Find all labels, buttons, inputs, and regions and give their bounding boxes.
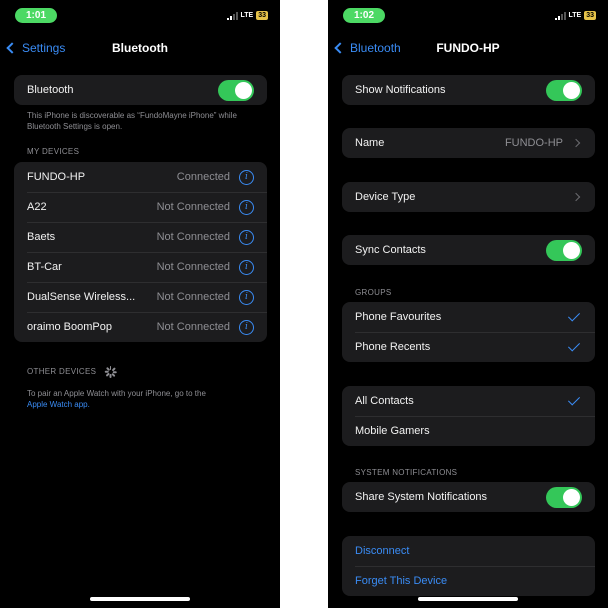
pair-watch-note: To pair an Apple Watch with your iPhone,… xyxy=(27,388,262,410)
device-status: Connected xyxy=(176,171,230,183)
groups-header: GROUPS xyxy=(355,288,392,297)
sync-contacts-toggle[interactable] xyxy=(546,239,582,261)
name-label: Name xyxy=(355,137,385,149)
contacts-label: All Contacts xyxy=(355,395,414,407)
chevron-right-icon xyxy=(571,138,581,148)
device-status: Not Connected xyxy=(156,261,230,273)
discoverable-note: This iPhone is discoverable as “FundoMay… xyxy=(27,111,237,131)
device-name: DualSense Wireless... xyxy=(27,291,136,303)
bluetooth-label: Bluetooth xyxy=(27,84,74,96)
device-type-label: Device Type xyxy=(355,191,416,203)
loading-spinner-icon xyxy=(104,366,117,378)
device-row[interactable]: A22 Not Connected i xyxy=(14,192,267,222)
share-system-notifications-row: Share System Notifications xyxy=(342,482,595,512)
sync-contacts-group: Sync Contacts xyxy=(342,235,595,265)
device-status: Not Connected xyxy=(156,291,230,303)
bluetooth-toggle-group: Bluetooth xyxy=(14,75,267,105)
device-status: Not Connected xyxy=(156,201,230,213)
bluetooth-settings-screen: 1:01 LTE 33 Settings Bluetooth Bluetooth… xyxy=(0,0,280,608)
device-status: Not Connected xyxy=(156,321,230,333)
info-icon[interactable]: i xyxy=(239,259,254,275)
status-indicators: LTE 33 xyxy=(554,11,596,20)
disconnect-button[interactable]: Disconnect xyxy=(342,536,595,566)
system-notifications-header: SYSTEM NOTIFICATIONS xyxy=(355,468,458,477)
info-icon[interactable]: i xyxy=(239,319,254,335)
share-system-notifications-label: Share System Notifications xyxy=(355,491,488,503)
other-devices-header: OTHER DEVICES xyxy=(27,366,117,378)
page-title: Bluetooth xyxy=(112,41,168,55)
battery-icon: 33 xyxy=(256,11,268,20)
battery-icon: 33 xyxy=(584,11,596,20)
group-label: Phone Favourites xyxy=(355,311,442,323)
status-indicators: LTE 33 xyxy=(226,11,268,20)
group-row[interactable]: Phone Recents xyxy=(342,332,595,362)
bluetooth-toggle[interactable] xyxy=(218,79,254,101)
bluetooth-row: Bluetooth xyxy=(14,75,267,105)
device-name: A22 xyxy=(27,201,47,213)
contacts-label: Mobile Gamers xyxy=(355,425,430,437)
share-system-notifications-toggle[interactable] xyxy=(546,486,582,508)
device-detail-screen: 1:02 LTE 33 Bluetooth FUNDO-HP Show Noti… xyxy=(328,0,608,608)
device-row[interactable]: DualSense Wireless... Not Connected i xyxy=(14,282,267,312)
sync-contacts-label: Sync Contacts xyxy=(355,244,426,256)
notifications-group: Show Notifications xyxy=(342,75,595,105)
device-name: BT-Car xyxy=(27,261,62,273)
status-time: 1:02 xyxy=(343,8,385,23)
info-icon[interactable]: i xyxy=(239,169,254,185)
device-name: FUNDO-HP xyxy=(27,171,86,183)
info-icon[interactable]: i xyxy=(239,199,254,215)
device-row[interactable]: BT-Car Not Connected i xyxy=(14,252,267,282)
pair-text: To pair an Apple Watch with your iPhone,… xyxy=(27,389,206,398)
device-row[interactable]: Baets Not Connected i xyxy=(14,222,267,252)
device-row[interactable]: oraimo BoomPop Not Connected i xyxy=(14,312,267,342)
device-name: Baets xyxy=(27,231,56,243)
show-notifications-toggle[interactable] xyxy=(546,79,582,101)
name-group: Name FUNDO-HP xyxy=(342,128,595,158)
forget-device-button[interactable]: Forget This Device xyxy=(342,566,595,596)
checkmark-icon xyxy=(567,309,581,322)
checkmark-icon xyxy=(567,393,581,406)
device-type-row[interactable]: Device Type xyxy=(342,182,595,212)
network-label: LTE xyxy=(568,12,582,19)
device-row[interactable]: FUNDO-HP Connected i xyxy=(14,162,267,192)
contacts-row[interactable]: All Contacts xyxy=(342,386,595,416)
status-time: 1:01 xyxy=(15,8,57,23)
checkmark-icon xyxy=(567,339,581,352)
show-notifications-row: Show Notifications xyxy=(342,75,595,105)
chevron-right-icon xyxy=(571,192,581,202)
other-devices-label: OTHER DEVICES xyxy=(27,367,97,377)
system-notifications-group: Share System Notifications xyxy=(342,482,595,512)
home-indicator[interactable] xyxy=(90,597,190,601)
device-type-group: Device Type xyxy=(342,182,595,212)
device-status: Not Connected xyxy=(156,231,230,243)
home-indicator[interactable] xyxy=(418,597,518,601)
device-actions-group: Disconnect Forget This Device xyxy=(342,536,595,596)
signal-icon xyxy=(226,11,238,20)
group-row[interactable]: Phone Favourites xyxy=(342,302,595,332)
show-notifications-label: Show Notifications xyxy=(355,84,446,96)
my-devices-header: MY DEVICES xyxy=(27,147,80,156)
apple-watch-app-link[interactable]: Apple Watch app. xyxy=(27,400,90,409)
contacts-list: All Contacts Mobile Gamers xyxy=(342,386,595,446)
info-icon[interactable]: i xyxy=(239,289,254,305)
network-label: LTE xyxy=(240,12,254,19)
info-icon[interactable]: i xyxy=(239,229,254,245)
signal-icon xyxy=(554,11,566,20)
device-name: oraimo BoomPop xyxy=(27,321,112,333)
name-value: FUNDO-HP xyxy=(504,137,563,149)
sync-contacts-row: Sync Contacts xyxy=(342,235,595,265)
page-title: FUNDO-HP xyxy=(436,41,500,55)
groups-list: Phone Favourites Phone Recents xyxy=(342,302,595,362)
my-devices-list: FUNDO-HP Connected i A22 Not Connected i… xyxy=(14,162,267,342)
group-label: Phone Recents xyxy=(355,341,431,353)
contacts-row[interactable]: Mobile Gamers xyxy=(342,416,595,446)
name-row[interactable]: Name FUNDO-HP xyxy=(342,128,595,158)
